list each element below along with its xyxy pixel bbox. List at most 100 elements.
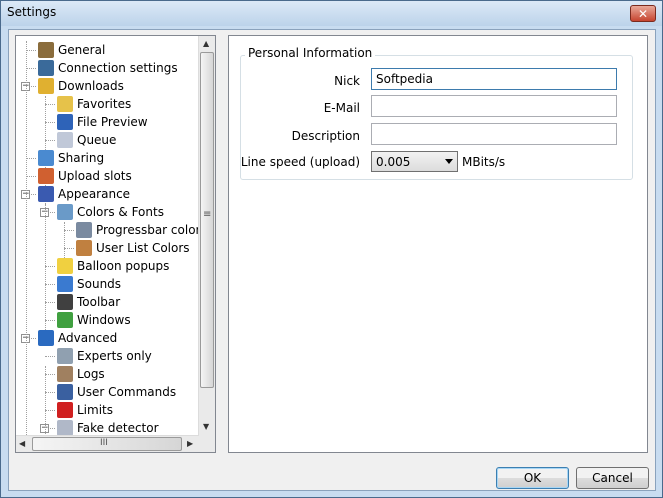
- tree-item-label: Sounds: [77, 277, 122, 291]
- tree-item-label: Logs: [77, 367, 105, 381]
- tree-item[interactable]: Connection settings: [38, 59, 178, 77]
- tree-item-label: Balloon popups: [77, 259, 170, 273]
- logs-icon: [57, 365, 73, 382]
- user-commands-icon: [57, 383, 73, 400]
- tree-item[interactable]: Progressbar colors: [76, 221, 207, 239]
- gear-icon: [57, 347, 73, 364]
- email-field[interactable]: [371, 95, 617, 117]
- settings-tree: − − − − − General Connection settings Download…: [15, 35, 216, 453]
- tree-item-label: Experts only: [77, 349, 152, 363]
- thumb-grip-icon: III: [100, 438, 108, 448]
- tree-vertical-scrollbar[interactable]: ▲ ≡ ▼: [198, 36, 215, 436]
- favorites-folder-icon: [57, 95, 73, 112]
- description-label: Description: [291, 129, 360, 143]
- description-field[interactable]: [371, 123, 617, 145]
- tree-item[interactable]: Colors & Fonts: [57, 203, 164, 221]
- tree-item[interactable]: Balloon popups: [57, 257, 169, 275]
- tree-item-label: Toolbar: [77, 295, 121, 309]
- thumb-grip-icon: ≡: [203, 209, 212, 220]
- scroll-left-icon[interactable]: ◀: [19, 439, 25, 448]
- close-button[interactable]: ✕: [630, 5, 656, 22]
- tree-item-label: Colors & Fonts: [77, 205, 164, 219]
- sharing-icon: [38, 149, 54, 166]
- vertical-scroll-thumb[interactable]: ≡: [200, 52, 214, 388]
- line-speed-select[interactable]: 0.005: [371, 151, 458, 172]
- tree-item[interactable]: Toolbar: [57, 293, 120, 311]
- tree-item[interactable]: User List Colors: [76, 239, 190, 257]
- advanced-icon: [38, 329, 54, 346]
- horizontal-scroll-thumb[interactable]: III: [32, 437, 182, 451]
- tree-connector: [26, 50, 36, 51]
- nick-label: Nick: [334, 74, 360, 88]
- group-title: Personal Information: [245, 46, 376, 60]
- tree-item-label: Fake detector: [77, 421, 159, 435]
- tree-connector: [45, 392, 55, 393]
- tree-item[interactable]: Windows: [57, 311, 131, 329]
- tree-item[interactable]: Queue: [57, 131, 116, 149]
- tree-connector: [45, 374, 55, 375]
- tree-item[interactable]: General: [38, 41, 105, 59]
- scroll-up-icon[interactable]: ▲: [203, 39, 209, 48]
- colors-fonts-icon: [57, 203, 73, 220]
- chevron-down-icon: [445, 159, 453, 164]
- limit-sign-icon: [57, 401, 73, 418]
- scroll-down-icon[interactable]: ▼: [203, 422, 209, 431]
- user-list-icon: [76, 239, 92, 256]
- progressbar-icon: [76, 221, 92, 238]
- tree-item[interactable]: Logs: [57, 365, 105, 383]
- tree-item[interactable]: Downloads: [38, 77, 124, 95]
- window-title: Settings: [7, 5, 57, 19]
- tree-item[interactable]: Sharing: [38, 149, 104, 167]
- tree-connector: [45, 284, 55, 285]
- title-bar: Settings ✕: [1, 1, 662, 26]
- tree-item-label: Sharing: [58, 151, 105, 165]
- appearance-icon: [38, 185, 54, 202]
- tree-connector: [26, 68, 36, 69]
- tree-item[interactable]: Upload slots: [38, 167, 132, 185]
- sound-icon: [57, 275, 73, 292]
- windows-icon: [57, 311, 73, 328]
- tree-connector: [45, 122, 55, 123]
- tree-item[interactable]: Sounds: [57, 275, 121, 293]
- preview-icon: [57, 113, 73, 130]
- tree-item-label: Connection settings: [58, 61, 178, 75]
- settings-window: Settings ✕ − − − − − General Connection setti…: [0, 0, 663, 498]
- tree-connector: [26, 41, 27, 441]
- download-icon: [38, 77, 54, 94]
- tree-item[interactable]: File Preview: [57, 113, 148, 131]
- tree-item-label: General: [58, 43, 106, 57]
- tree-item-label: Windows: [77, 313, 131, 327]
- tree-item-label: User Commands: [77, 385, 177, 399]
- tree-horizontal-scrollbar[interactable]: ◀ III ▶: [16, 435, 199, 452]
- tree-item[interactable]: Advanced: [38, 329, 117, 347]
- line-speed-label: Line speed (upload): [240, 155, 360, 169]
- tree-item-label: File Preview: [77, 115, 148, 129]
- tree-item-label: Advanced: [58, 331, 118, 345]
- line-speed-unit: MBits/s: [462, 155, 506, 169]
- nick-field[interactable]: Softpedia: [371, 68, 617, 90]
- tree-connector: [45, 204, 46, 334]
- tree-item[interactable]: Favorites: [57, 95, 131, 113]
- ok-button[interactable]: OK: [496, 467, 569, 489]
- tree-connector: [45, 366, 46, 446]
- queue-icon: [57, 131, 73, 148]
- fake-detector-icon: [57, 419, 73, 436]
- tree-connector: [45, 140, 55, 141]
- tree-item[interactable]: User Commands: [57, 383, 176, 401]
- line-speed-value: 0.005: [376, 155, 411, 169]
- tree-item-label: Favorites: [77, 97, 132, 111]
- users-icon: [38, 41, 54, 58]
- tree-item[interactable]: Limits: [57, 401, 113, 419]
- tree-connector: [64, 230, 74, 231]
- tree-item-label: Progressbar colors: [96, 223, 207, 237]
- cancel-button[interactable]: Cancel: [576, 467, 649, 489]
- tree-item-label: Upload slots: [58, 169, 132, 183]
- tree-item-label: Appearance: [58, 187, 131, 201]
- tree-connector: [45, 320, 55, 321]
- scroll-right-icon[interactable]: ▶: [187, 439, 193, 448]
- tree-connector: [64, 248, 74, 249]
- tree-item-label: Limits: [77, 403, 113, 417]
- tree-item[interactable]: Appearance: [38, 185, 130, 203]
- tree-item-label: Downloads: [58, 79, 124, 93]
- tree-item[interactable]: Experts only: [57, 347, 152, 365]
